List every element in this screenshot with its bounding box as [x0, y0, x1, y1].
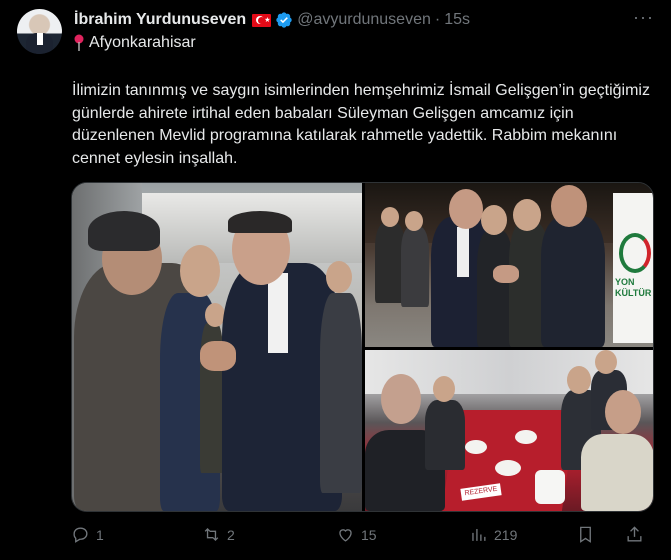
- views-count: 219: [494, 526, 518, 543]
- location-pin-icon: [74, 34, 84, 51]
- reply-icon: [73, 527, 88, 543]
- like-button[interactable]: 15: [336, 525, 377, 544]
- media-grid: YON KÜLTÜR REZERVE: [71, 182, 654, 512]
- bookmark-icon: [580, 526, 591, 543]
- reply-count: 1: [96, 526, 104, 543]
- more-icon[interactable]: ···: [633, 8, 653, 30]
- photo-1[interactable]: [72, 183, 362, 511]
- tweet[interactable]: İbrahim Yurdunuseven ★ @avyurdunuseven ·…: [0, 0, 671, 560]
- repost-count: 2: [227, 526, 235, 543]
- repost-button[interactable]: 2: [202, 525, 235, 544]
- avatar[interactable]: [17, 9, 62, 54]
- display-name[interactable]: İbrahim Yurdunuseven: [74, 11, 246, 29]
- separator-dot: ·: [434, 11, 441, 28]
- share-button[interactable]: [625, 525, 650, 544]
- action-bar: 1 2 15 219: [71, 525, 661, 545]
- repost-icon: [204, 528, 219, 541]
- photo-3[interactable]: REZERVE: [365, 350, 653, 511]
- banner-text: YON KÜLTÜR: [615, 277, 652, 298]
- location: Afyonkarahisar: [73, 34, 196, 52]
- verified-icon: [276, 12, 292, 28]
- reply-button[interactable]: 1: [71, 525, 104, 544]
- like-count: 15: [361, 526, 377, 543]
- tweet-text: İlimizin tanınmış ve saygın isimlerinden…: [72, 82, 650, 167]
- photo-2[interactable]: YON KÜLTÜR: [365, 183, 653, 347]
- views-icon: [472, 528, 486, 541]
- location-text: Afyonkarahisar: [89, 34, 196, 51]
- views-button[interactable]: 219: [469, 525, 517, 544]
- like-icon: [339, 529, 352, 542]
- share-icon: [627, 526, 642, 542]
- turkey-flag-icon: ★: [252, 13, 272, 27]
- bookmark-button[interactable]: [576, 525, 601, 544]
- tweet-header: İbrahim Yurdunuseven ★ @avyurdunuseven ·…: [74, 9, 470, 31]
- timestamp[interactable]: 15s: [444, 11, 470, 29]
- user-handle[interactable]: @avyurdunuseven: [297, 11, 431, 29]
- banner-sign: YON KÜLTÜR: [613, 193, 653, 343]
